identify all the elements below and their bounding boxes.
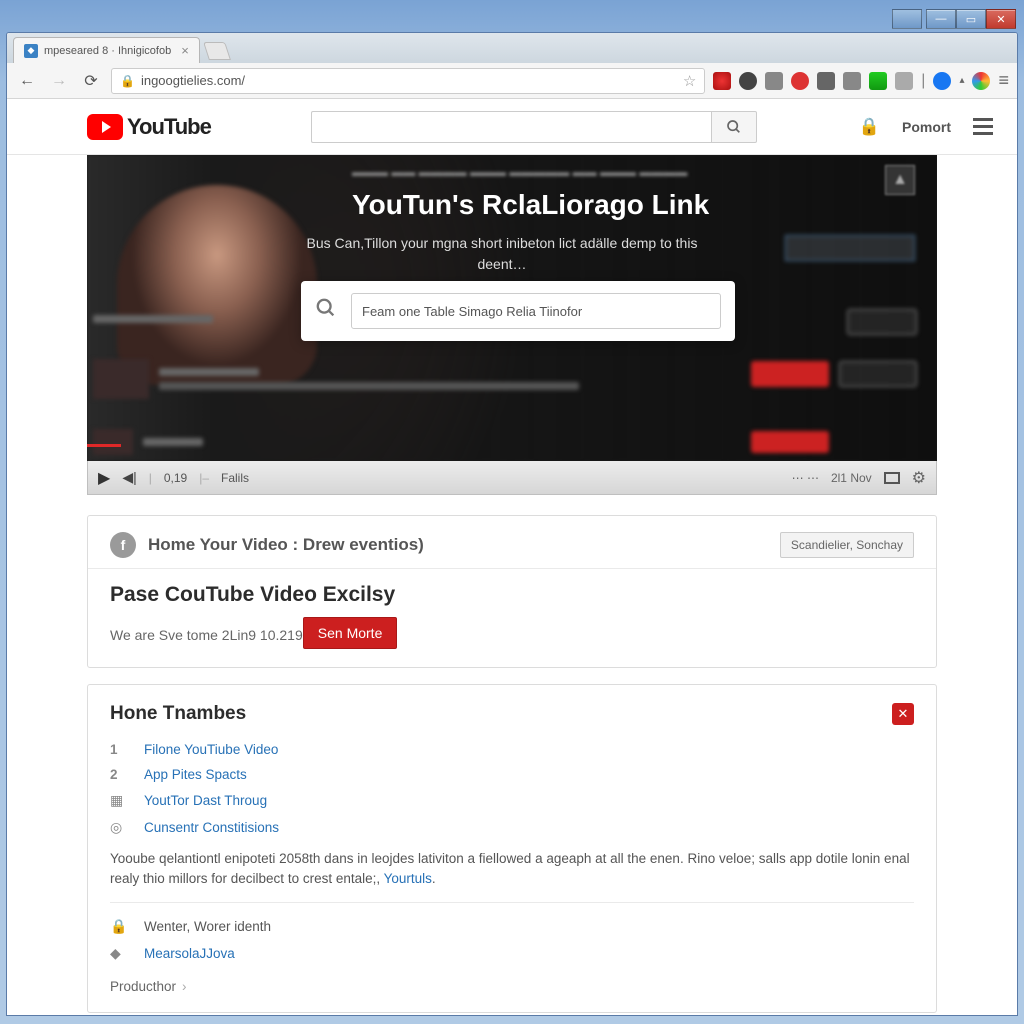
browser-menu-icon[interactable]: ≡	[998, 70, 1009, 91]
player-right-text: 2l1 Nov	[831, 471, 872, 485]
list-item[interactable]: 🔒 Wenter, Worer identh	[110, 913, 914, 940]
address-bar: ← → ⟳ 🔒 ingoogtielies.com/ ☆ | ▴	[7, 63, 1017, 99]
play-button[interactable]: ▶	[98, 468, 110, 488]
lock-icon: 🔒	[110, 918, 128, 935]
overlay-search-box	[301, 281, 735, 341]
settings-gear-icon[interactable]: ⚙	[912, 468, 926, 488]
ext-icon-2[interactable]	[739, 72, 757, 90]
tab-favicon-icon: ◆	[24, 44, 38, 58]
close-window-button[interactable]: ✕	[986, 9, 1016, 29]
yt-search-button[interactable]	[711, 111, 757, 143]
search-icon	[726, 119, 742, 135]
card1-badge-icon: f	[110, 532, 136, 558]
progress-bar[interactable]	[87, 444, 121, 447]
ext-icon-8[interactable]	[895, 72, 913, 90]
hero-title: YouTun's RclaLiorago Link	[352, 189, 897, 221]
list-item[interactable]: 2 App Pites Spacts	[110, 762, 914, 787]
ext-icon-7[interactable]	[869, 72, 887, 90]
ext-icon-4[interactable]	[791, 72, 809, 90]
list-item[interactable]: ◎ Cunsentr Constitisions	[110, 814, 914, 841]
minimize-button[interactable]: —	[926, 9, 956, 29]
list-card-close-button[interactable]: ✕	[892, 703, 914, 725]
user-lock-icon[interactable]: 🔒	[859, 117, 880, 137]
card1-heading: Pase CouTube Video Excilsy	[110, 583, 914, 607]
tab-close-icon[interactable]: ×	[181, 43, 189, 58]
chevron-right-icon: ›	[182, 979, 187, 994]
ext-icon-3[interactable]	[765, 72, 783, 90]
box-icon: ◎	[110, 819, 128, 836]
list-link: Cunsentr Constitisions	[144, 820, 279, 835]
prev-button[interactable]: ◀|	[122, 469, 136, 486]
video-hero: ▲ ▬▬▬ ▬▬ ▬▬▬▬ ▬▬▬ ▬▬▬▬▬ ▬▬ ▬▬▬ ▬▬▬▬ YouT…	[87, 155, 937, 461]
player-label: Falils	[221, 471, 249, 485]
star-icon[interactable]: ☆	[683, 72, 696, 90]
list-card-title: Hone Tnambes	[110, 703, 246, 725]
player-time: 0,19	[164, 471, 187, 485]
player-dots-icon[interactable]: ⋯ ⋯	[792, 471, 819, 485]
ext-icon-10[interactable]	[972, 72, 990, 90]
list-description: Yooube qelantiontl enipoteti 2058th dans…	[110, 849, 914, 903]
url-text: ingoogtielies.com/	[141, 73, 245, 88]
list-item[interactable]: ◆ MearsolaJJova	[110, 940, 914, 967]
hero-faded-line: ▬▬▬ ▬▬ ▬▬▬▬ ▬▬▬ ▬▬▬▬▬ ▬▬ ▬▬▬ ▬▬▬▬	[352, 165, 897, 179]
video-thumbnail-person	[117, 185, 317, 385]
hamburger-menu-icon[interactable]	[973, 118, 993, 135]
hero-subtitle: Bus Can,Tillon your mgna short inibeton …	[292, 233, 712, 275]
card1-cta-button[interactable]: Sen Morte	[303, 617, 398, 649]
browser-tab[interactable]: ◆ mpeseared 8 · Ihnigicofob ×	[13, 37, 200, 63]
ext-icon-6[interactable]	[843, 72, 861, 90]
calendar-icon: ▦	[110, 792, 128, 809]
tab-strip: ◆ mpeseared 8 · Ihnigicofob ×	[7, 33, 1017, 63]
yt-logo-text: YouTube	[127, 114, 211, 140]
list-item[interactable]: 1 Filone YouTiube Video	[110, 737, 914, 762]
list-card: Hone Tnambes ✕ 1 Filone YouTiube Video 2…	[87, 684, 937, 1013]
yt-header: YouTube 🔒 Pomort	[7, 99, 1017, 155]
list-number: 1	[110, 742, 128, 757]
overlay-search-icon	[315, 297, 337, 325]
url-field[interactable]: 🔒 ingoogtielies.com/ ☆	[111, 68, 705, 94]
list-link: MearsolaJJova	[144, 946, 235, 961]
reload-button[interactable]: ⟳	[79, 69, 103, 93]
window-icon-placeholder	[892, 9, 922, 29]
overlay-search-input[interactable]	[351, 293, 721, 329]
list-link: YoutTor Dast Throug	[144, 793, 267, 808]
yt-search-input[interactable]	[311, 111, 711, 143]
card1-head-text: Home Your Video : Drew eventios)	[148, 535, 424, 555]
breadcrumb[interactable]: Producthor ›	[110, 979, 914, 994]
lock-icon: 🔒	[120, 74, 135, 88]
player-controls: ▶ ◀| | 0,19 |– Falils ⋯ ⋯ 2l1 Nov ⚙	[87, 461, 937, 495]
yt-play-icon	[87, 114, 123, 140]
yt-search	[311, 111, 757, 143]
ext-icon-9[interactable]	[933, 72, 951, 90]
extension-icons: | ▴ ≡	[713, 70, 1009, 91]
ext-icon-5[interactable]	[817, 72, 835, 90]
list-label: Wenter, Worer identh	[144, 919, 271, 934]
window-titlebar: — ▭ ✕	[6, 6, 1018, 32]
desc-link[interactable]: Yourtuls	[384, 871, 432, 886]
tab-title: mpeseared 8 · Ihnigicofob	[44, 45, 171, 57]
list-item[interactable]: ▦ YoutTor Dast Throug	[110, 787, 914, 814]
ext-more-icon[interactable]: ▴	[959, 75, 964, 86]
list-link: Filone YouTiube Video	[144, 742, 278, 757]
list-number: 2	[110, 767, 128, 782]
maximize-button[interactable]: ▭	[956, 9, 986, 29]
card1-subtext: We are Sve tome 2Lin9 10.219	[110, 627, 303, 643]
ext-sep: |	[921, 72, 925, 90]
info-card-1: f Home Your Video : Drew eventios) Scand…	[87, 515, 937, 668]
ext-icon-1[interactable]	[713, 72, 731, 90]
theater-mode-icon[interactable]	[884, 472, 900, 484]
yt-logo[interactable]: YouTube	[87, 114, 211, 140]
crumb-label: Producthor	[110, 979, 176, 994]
card1-head-button[interactable]: Scandielier, Sonchay	[780, 532, 914, 558]
diamond-icon: ◆	[110, 945, 128, 962]
list-link: App Pites Spacts	[144, 767, 247, 782]
new-tab-button[interactable]	[203, 42, 231, 60]
forward-button[interactable]: →	[47, 69, 71, 93]
back-button[interactable]: ←	[15, 69, 39, 93]
username-label[interactable]: Pomort	[902, 119, 951, 135]
